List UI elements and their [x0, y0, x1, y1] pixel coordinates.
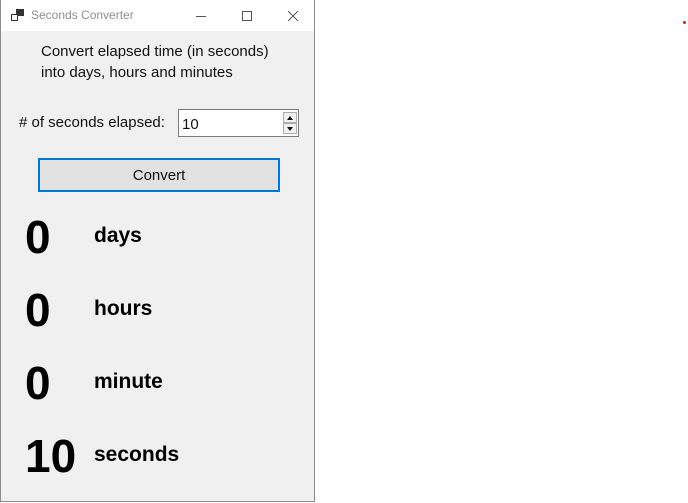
maximize-button[interactable] — [224, 0, 270, 31]
convert-button[interactable]: Convert — [38, 158, 280, 192]
hours-label: hours — [94, 297, 153, 320]
seconds-input[interactable] — [182, 114, 280, 134]
days-label: days — [94, 224, 142, 247]
app-window-icon — [11, 9, 24, 21]
chevron-down-icon — [287, 126, 293, 131]
minimize-button[interactable] — [178, 0, 224, 31]
chevron-up-icon — [287, 115, 293, 120]
close-button[interactable] — [270, 0, 314, 31]
seconds-label: seconds — [94, 443, 180, 466]
increment-button[interactable] — [283, 112, 297, 123]
hours-value: 0 — [25, 284, 51, 336]
seconds-value: 10 — [25, 430, 77, 482]
title-bar[interactable]: Seconds Converter — [1, 0, 314, 31]
minutes-value: 0 — [25, 357, 51, 409]
intro-text: Convert elapsed time (in seconds) into d… — [41, 41, 301, 83]
days-value: 0 — [25, 211, 51, 263]
minimize-icon — [196, 15, 206, 17]
desktop: Seconds Converter Convert elapsed time (… — [0, 0, 688, 503]
desktop-dot — [683, 21, 686, 24]
intro-line-2: into days, hours and minutes — [41, 64, 233, 81]
maximize-icon — [242, 10, 252, 21]
window-title: Seconds Converter — [31, 8, 134, 22]
minutes-label: minute — [94, 370, 163, 393]
seconds-elapsed-label: # of seconds elapsed: — [19, 114, 165, 131]
seconds-converter-window: Seconds Converter Convert elapsed time (… — [0, 0, 315, 502]
close-icon — [288, 10, 298, 21]
intro-line-1: Convert elapsed time (in seconds) — [41, 43, 269, 60]
seconds-stepper[interactable] — [178, 109, 299, 137]
decrement-button[interactable] — [283, 123, 297, 134]
